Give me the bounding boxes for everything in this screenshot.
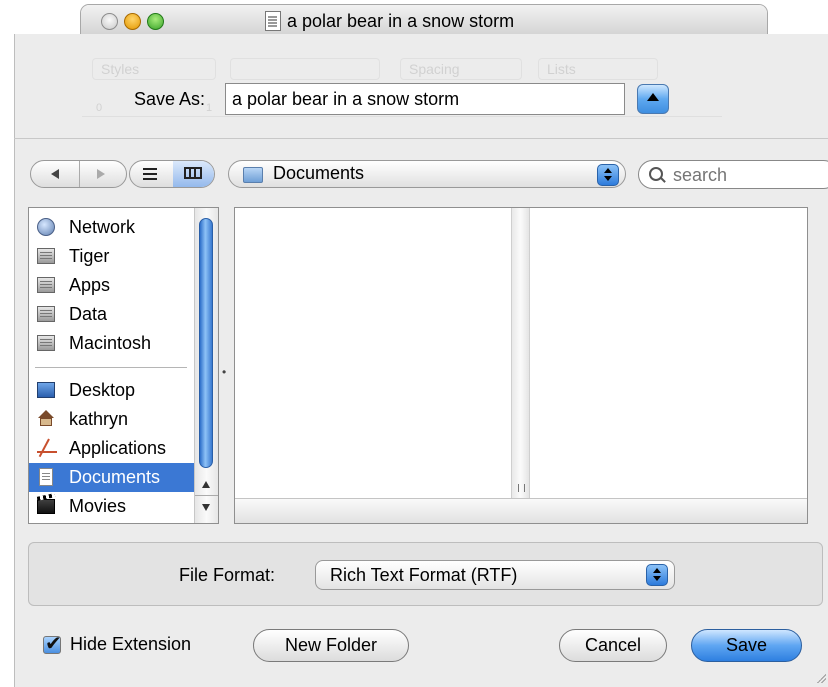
sidebar-splitter[interactable]: • xyxy=(219,207,234,524)
sidebar-item-label: Network xyxy=(69,217,136,237)
collapse-disclosure-button[interactable] xyxy=(637,84,669,114)
browser-column-1[interactable] xyxy=(235,208,511,498)
location-popup[interactable]: Documents xyxy=(228,160,626,188)
forward-arrow-icon xyxy=(97,169,105,179)
sidebar-item-applications[interactable]: Applications xyxy=(29,434,194,463)
scroll-button-separator xyxy=(195,495,218,496)
search-icon xyxy=(649,167,663,181)
file-format-label: File Format: xyxy=(179,565,276,585)
sidebar-item-data[interactable]: Data xyxy=(29,300,194,329)
back-arrow-icon xyxy=(51,169,59,179)
applications-icon xyxy=(37,439,57,457)
header-separator xyxy=(14,138,828,139)
sidebar-item-macintosh[interactable]: Macintosh xyxy=(29,329,194,358)
file-format-value: Rich Text Format (RTF) xyxy=(330,565,518,585)
sidebar-item-desktop[interactable]: Desktop xyxy=(29,376,194,405)
file-format-popup[interactable]: Rich Text Format (RTF) xyxy=(315,560,675,590)
window-title: a polar bear in a snow storm xyxy=(287,11,515,31)
hard-disk-icon xyxy=(37,248,55,264)
sidebar-item-documents[interactable]: Documents xyxy=(29,463,194,492)
hide-extension-label[interactable]: Hide Extension xyxy=(70,634,191,655)
sidebar-divider xyxy=(35,367,187,368)
column-view-icon xyxy=(184,167,202,179)
sidebar: Network Tiger Apps Data Macintosh Deskto… xyxy=(28,207,219,524)
sidebar-item-movies[interactable]: Movies xyxy=(29,492,194,521)
minimize-window-icon[interactable] xyxy=(124,13,141,30)
back-button[interactable] xyxy=(31,161,80,187)
document-proxy-icon[interactable] xyxy=(265,11,281,31)
close-window-icon[interactable] xyxy=(101,13,118,30)
sidebar-scrollbar[interactable] xyxy=(194,208,218,523)
hard-disk-icon xyxy=(37,277,55,293)
browser-column-2[interactable] xyxy=(530,208,807,498)
sidebar-item-label: Data xyxy=(69,304,108,324)
sidebar-scroll-thumb[interactable] xyxy=(199,218,213,468)
sidebar-item-label: Documents xyxy=(69,467,161,487)
list-view-button[interactable] xyxy=(130,161,174,187)
sidebar-item-label: Macintosh xyxy=(69,333,152,353)
home-icon xyxy=(38,410,54,426)
save-button[interactable]: Save xyxy=(691,629,802,662)
back-forward-buttons xyxy=(30,160,127,188)
column-resize-handle[interactable] xyxy=(511,208,530,498)
popup-arrows-icon xyxy=(646,564,668,586)
new-folder-button[interactable]: New Folder xyxy=(253,629,409,662)
sidebar-item-network[interactable]: Network xyxy=(29,213,194,242)
scroll-down-arrow-icon[interactable] xyxy=(202,504,210,511)
scroll-up-arrow-icon[interactable] xyxy=(202,481,210,488)
save-as-label: Save As: xyxy=(134,89,206,109)
search-input[interactable] xyxy=(671,164,825,186)
documents-icon xyxy=(39,468,53,486)
sidebar-item-label: Desktop xyxy=(69,380,136,400)
splitter-grip-icon: • xyxy=(222,365,227,379)
popup-arrows-icon xyxy=(597,164,619,186)
hard-disk-icon xyxy=(37,306,55,322)
search-field[interactable] xyxy=(638,160,828,189)
column-browser xyxy=(234,207,808,524)
desktop-icon xyxy=(37,382,55,398)
column-grip-icon xyxy=(518,484,525,492)
view-mode-buttons xyxy=(129,160,215,188)
movies-icon xyxy=(37,499,55,514)
sidebar-item-apps[interactable]: Apps xyxy=(29,271,194,300)
zoom-window-icon[interactable] xyxy=(147,13,164,30)
resize-grip-icon[interactable] xyxy=(816,673,826,683)
column-view-button[interactable] xyxy=(173,161,214,187)
sidebar-item-label: Applications xyxy=(69,438,167,458)
browser-horizontal-scrollbar[interactable] xyxy=(235,498,807,523)
location-label: Documents xyxy=(273,163,365,183)
network-globe-icon xyxy=(37,218,55,236)
sidebar-item-label: Apps xyxy=(69,275,111,295)
hide-extension-checkbox[interactable] xyxy=(43,631,62,656)
cancel-button[interactable]: Cancel xyxy=(559,629,667,662)
save-as-field[interactable] xyxy=(225,83,625,115)
sidebar-item-tiger[interactable]: Tiger xyxy=(29,242,194,271)
sidebar-item-kathryn[interactable]: kathryn xyxy=(29,405,194,434)
sidebar-item-label: Tiger xyxy=(69,246,110,266)
sidebar-item-label: kathryn xyxy=(69,409,129,429)
hard-disk-icon xyxy=(37,335,55,351)
sidebar-item-label: Movies xyxy=(69,496,127,516)
forward-button[interactable] xyxy=(79,161,126,187)
folder-icon xyxy=(243,167,263,183)
file-format-panel: File Format: Rich Text Format (RTF) xyxy=(28,542,823,606)
list-view-icon xyxy=(143,168,157,170)
